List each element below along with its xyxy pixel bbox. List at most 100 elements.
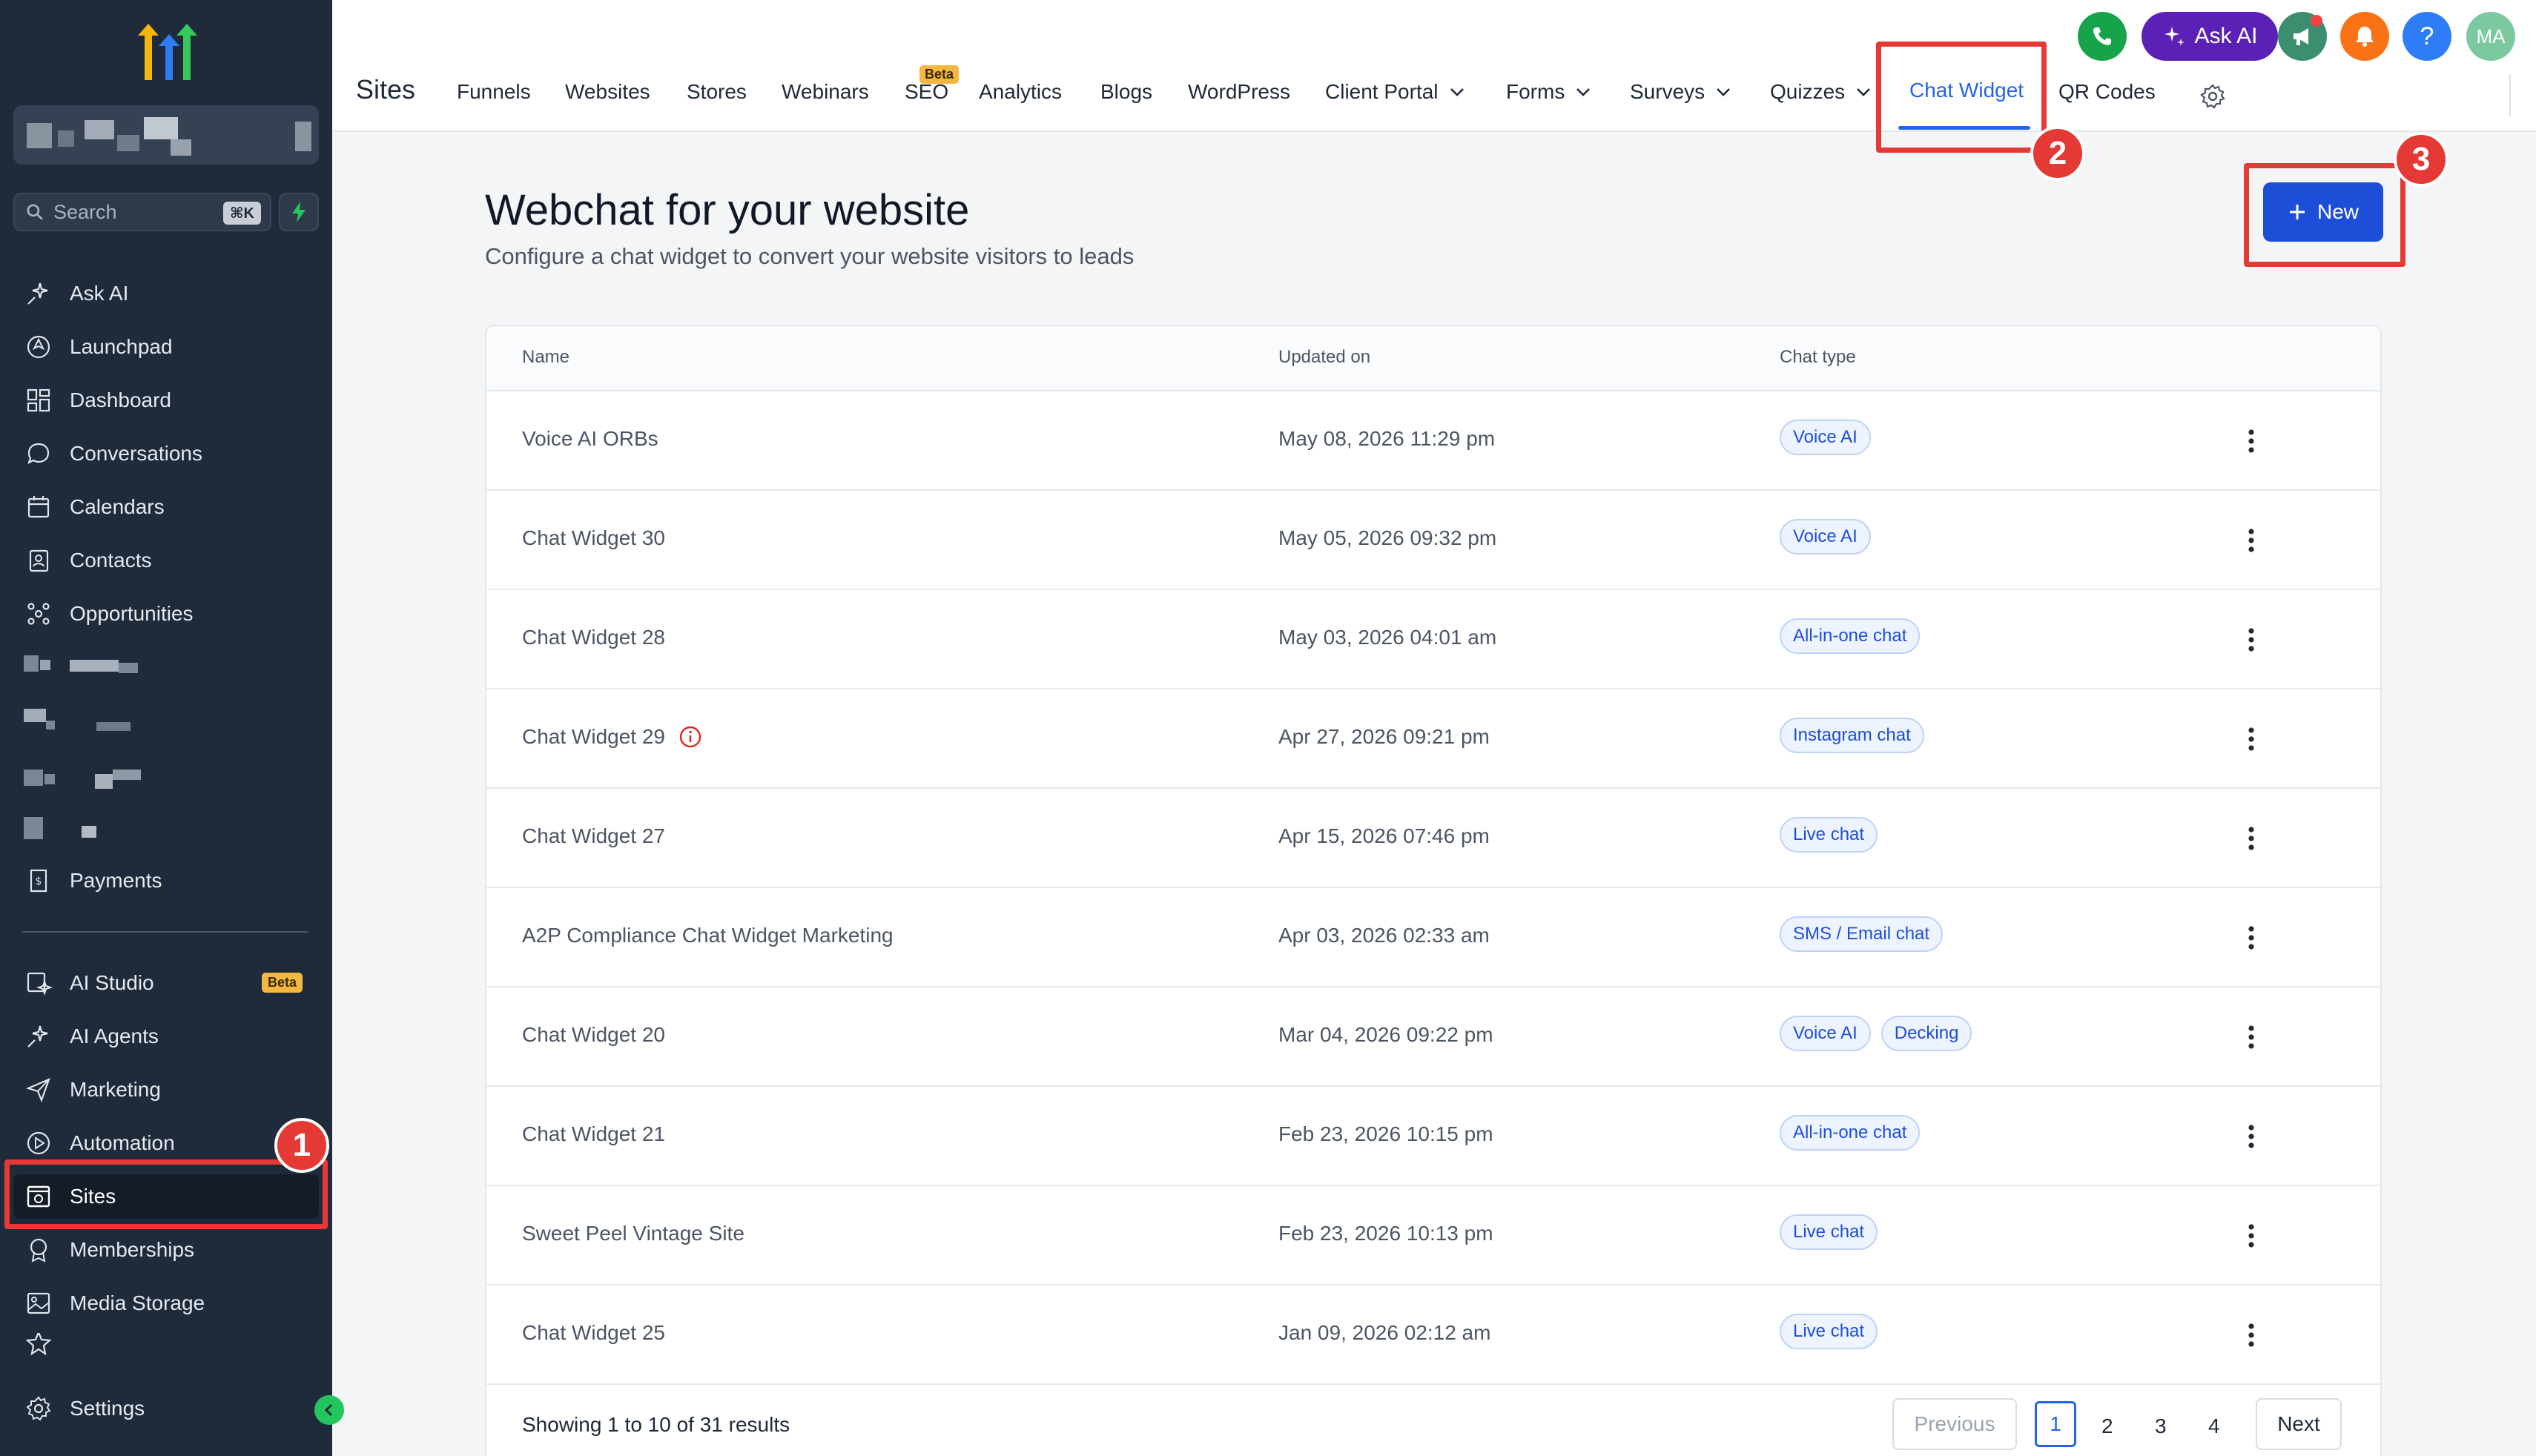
- tab-websites[interactable]: Websites: [565, 80, 650, 104]
- tab-surveys[interactable]: Surveys: [1630, 80, 1731, 104]
- page-3-button[interactable]: 3: [2155, 1414, 2167, 1438]
- widget-name[interactable]: Chat Widget 21: [522, 1122, 665, 1146]
- sidebar-item-memberships[interactable]: Memberships: [13, 1228, 319, 1272]
- tab-funnels[interactable]: Funnels: [457, 80, 531, 104]
- next-page-button[interactable]: Next: [2256, 1398, 2342, 1450]
- avatar[interactable]: MA: [2466, 12, 2515, 61]
- tab-chat-widget[interactable]: Chat Widget: [1909, 79, 2024, 102]
- row-actions-menu-button[interactable]: [2236, 1318, 2266, 1352]
- widget-name[interactable]: Chat Widget 20: [522, 1023, 665, 1047]
- sidebar-item-marketing[interactable]: Marketing: [13, 1068, 319, 1112]
- row-name-cell[interactable]: Chat Widget 20: [522, 1023, 665, 1047]
- sidebar-item-launchpad[interactable]: Launchpad: [13, 325, 319, 369]
- tab-stores[interactable]: Stores: [687, 80, 747, 104]
- column-header-name[interactable]: Name: [522, 347, 569, 368]
- widget-name[interactable]: Sweet Peel Vintage Site: [522, 1222, 744, 1245]
- row-name-cell[interactable]: A2P Compliance Chat Widget Marketing: [522, 924, 894, 947]
- row-name-cell[interactable]: Chat Widget 21: [522, 1122, 665, 1146]
- column-header-updated[interactable]: Updated on: [1278, 347, 1370, 368]
- table-row[interactable]: Chat Widget 21 Feb 23, 2026 10:15 pm All-i…: [486, 1087, 2380, 1186]
- row-name-cell[interactable]: Voice AI ORBs: [522, 427, 658, 451]
- row-name-cell[interactable]: Chat Widget 25: [522, 1321, 665, 1345]
- info-warning-icon[interactable]: [678, 725, 702, 749]
- widget-name[interactable]: Chat Widget 25: [522, 1321, 665, 1345]
- row-actions-menu-button[interactable]: [2236, 921, 2266, 955]
- row-name-cell[interactable]: Chat Widget 30: [522, 526, 665, 550]
- account-switcher[interactable]: [13, 105, 319, 165]
- widget-name[interactable]: Chat Widget 27: [522, 824, 665, 848]
- row-name-cell[interactable]: Chat Widget 29: [522, 725, 702, 749]
- row-name-cell[interactable]: Chat Widget 28: [522, 626, 665, 649]
- row-actions-menu-button[interactable]: [2236, 1119, 2266, 1154]
- more-vertical-icon: [2248, 1323, 2254, 1347]
- page-4-button[interactable]: 4: [2208, 1414, 2220, 1438]
- sidebar-item-settings[interactable]: Settings: [13, 1386, 319, 1431]
- widget-name[interactable]: A2P Compliance Chat Widget Marketing: [522, 924, 894, 947]
- row-actions-menu-button[interactable]: [2236, 424, 2266, 458]
- row-actions-menu-button[interactable]: [2236, 722, 2266, 756]
- sidebar-search[interactable]: Search ⌘K: [13, 193, 271, 231]
- row-actions-menu-button[interactable]: [2236, 1020, 2266, 1054]
- table-row[interactable]: Chat Widget 28 May 03, 2026 04:01 am All-i…: [486, 590, 2380, 689]
- tab-quizzes[interactable]: Quizzes: [1770, 80, 1872, 104]
- table-row[interactable]: Chat Widget 25 Jan 09, 2026 02:12 am Live …: [486, 1285, 2380, 1385]
- table-row[interactable]: Chat Widget 30 May 05, 2026 09:32 pm Voice…: [486, 491, 2380, 590]
- sidebar-item-payments[interactable]: $ Payments: [13, 858, 319, 903]
- table-row[interactable]: Chat Widget 27 Apr 15, 2026 07:46 pm Live …: [486, 789, 2380, 888]
- tab-forms[interactable]: Forms: [1506, 80, 1591, 104]
- sidebar-item-ask-ai[interactable]: Ask AI: [13, 271, 319, 316]
- tab-client-portal[interactable]: Client Portal: [1325, 80, 1465, 104]
- widget-name[interactable]: Chat Widget 28: [522, 626, 665, 649]
- table-row[interactable]: A2P Compliance Chat Widget Marketing Apr …: [486, 888, 2380, 987]
- chat-type-badge: Live chat: [1780, 817, 1878, 853]
- sidebar-item-ai-agents[interactable]: AI Agents: [13, 1014, 319, 1059]
- announcements-button[interactable]: [2278, 12, 2327, 61]
- sites-settings-button[interactable]: [2198, 82, 2228, 115]
- row-actions-menu-button[interactable]: [2236, 623, 2266, 657]
- more-vertical-icon: [2248, 827, 2254, 850]
- phone-button[interactable]: [2078, 12, 2127, 61]
- row-name-cell[interactable]: Sweet Peel Vintage Site: [522, 1222, 744, 1245]
- tab-webinars[interactable]: Webinars: [782, 80, 869, 104]
- table-row[interactable]: Sweet Peel Vintage Site Feb 23, 2026 10:1…: [486, 1186, 2380, 1285]
- tab-wordpress[interactable]: WordPress: [1188, 80, 1290, 104]
- sidebar-item-contacts[interactable]: Contacts: [13, 538, 319, 583]
- page-2-button[interactable]: 2: [2101, 1414, 2113, 1438]
- new-chat-widget-button[interactable]: New: [2263, 182, 2383, 242]
- tab-qr-codes[interactable]: QR Codes: [2058, 80, 2156, 104]
- quick-actions-button[interactable]: [279, 193, 319, 231]
- sidebar-item-conversations[interactable]: Conversations: [13, 431, 319, 476]
- chat-type-badge: Voice AI: [1780, 1016, 1871, 1051]
- row-chat-type-cell: Voice AI Decking: [1780, 1016, 1982, 1051]
- sidebar-item-opportunities[interactable]: Opportunities: [13, 592, 319, 636]
- page-1-button[interactable]: 1: [2035, 1401, 2076, 1447]
- widget-name[interactable]: Chat Widget 30: [522, 526, 665, 550]
- help-button[interactable]: ?: [2403, 12, 2451, 61]
- row-actions-menu-button[interactable]: [2236, 523, 2266, 557]
- table-row[interactable]: Voice AI ORBs May 08, 2026 11:29 pm Voice …: [486, 391, 2380, 491]
- ask-ai-button[interactable]: Ask AI: [2142, 12, 2278, 61]
- tab-blogs[interactable]: Blogs: [1100, 80, 1152, 104]
- table-row[interactable]: Chat Widget 29 Apr 27, 2026 09:21 pm Insta…: [486, 689, 2380, 789]
- sidebar-item-media-storage[interactable]: Media Storage: [13, 1281, 319, 1326]
- previous-page-button[interactable]: Previous: [1892, 1398, 2017, 1450]
- widget-name[interactable]: Voice AI ORBs: [522, 427, 658, 451]
- column-header-chat-type[interactable]: Chat type: [1780, 347, 1856, 368]
- row-actions-menu-button[interactable]: [2236, 1219, 2266, 1253]
- app-logo[interactable]: [128, 21, 205, 83]
- sidebar-item-dashboard[interactable]: Dashboard: [13, 378, 319, 423]
- notifications-button[interactable]: [2340, 12, 2389, 61]
- widget-name[interactable]: Chat Widget 29: [522, 725, 665, 749]
- table-row[interactable]: Chat Widget 20 Mar 04, 2026 09:22 pm Voice…: [486, 987, 2380, 1087]
- row-actions-menu-button[interactable]: [2236, 821, 2266, 856]
- more-vertical-icon: [2248, 1025, 2254, 1049]
- tab-seo[interactable]: SEO: [905, 80, 948, 104]
- row-name-cell[interactable]: Chat Widget 27: [522, 824, 665, 848]
- tab-analytics[interactable]: Analytics: [979, 80, 1062, 104]
- sidebar-item-automation[interactable]: Automation: [13, 1121, 319, 1165]
- sidebar-item-ai-studio[interactable]: AI Studio Beta: [13, 961, 319, 1005]
- more-vertical-icon: [2248, 628, 2254, 652]
- sidebar-item-sites[interactable]: Sites: [13, 1174, 319, 1219]
- sidebar-collapse-button[interactable]: [314, 1395, 344, 1425]
- sidebar-item-calendars[interactable]: Calendars: [13, 485, 319, 529]
